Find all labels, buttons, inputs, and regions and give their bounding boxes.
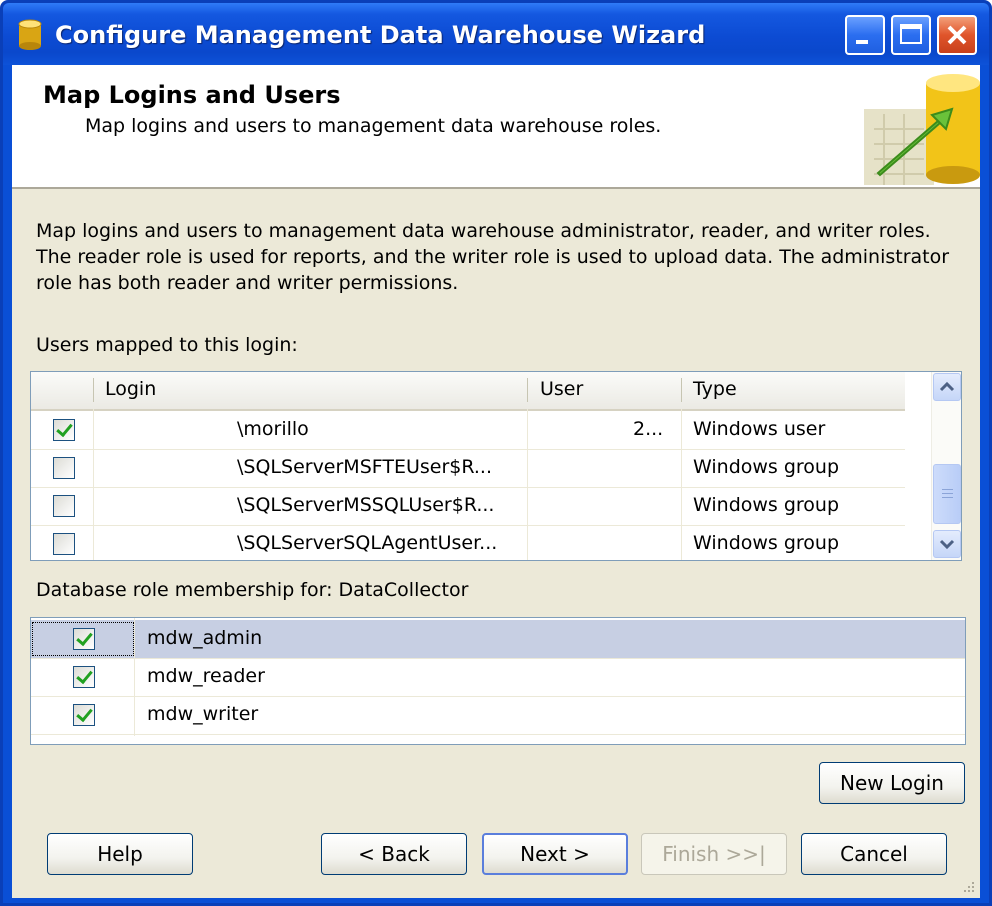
role-row[interactable]: mdw_reader: [31, 658, 965, 697]
help-button[interactable]: Help: [47, 833, 193, 875]
page-description: Map logins and users to management data …: [36, 220, 950, 294]
maximize-icon: [900, 24, 922, 44]
close-button[interactable]: [937, 15, 977, 55]
column-header-type[interactable]: Type: [693, 378, 737, 400]
scroll-thumb[interactable]: [933, 464, 961, 524]
role-checkbox[interactable]: [73, 666, 95, 688]
role-name: mdw_writer: [147, 703, 259, 725]
user-type: Windows user: [693, 418, 826, 440]
user-map-checkbox[interactable]: [53, 457, 75, 479]
column-separator: [527, 378, 528, 402]
scroll-down-button[interactable]: [933, 530, 961, 558]
database-arrow-graphic: [864, 74, 980, 185]
back-button[interactable]: < Back: [321, 833, 467, 875]
user-login: \SQLServerMSSQLUser$R...: [237, 494, 495, 516]
wizard-window: Configure Management Data Warehouse Wiza…: [0, 0, 992, 906]
grid-line: [134, 618, 135, 736]
column-header-user[interactable]: User: [540, 378, 583, 400]
minimize-icon: [856, 40, 868, 44]
dialog-client-area: Map Logins and Users Map logins and user…: [12, 65, 980, 898]
wizard-banner: Map Logins and Users Map logins and user…: [12, 65, 980, 189]
resize-grip-icon[interactable]: [960, 878, 976, 894]
maximize-button[interactable]: [891, 15, 931, 55]
user-row[interactable]: \SQLServerMSSQLUser$R... Windows group: [31, 487, 905, 526]
new-login-button[interactable]: New Login: [819, 762, 965, 804]
role-name: mdw_reader: [147, 665, 265, 687]
column-header-login[interactable]: Login: [105, 378, 156, 400]
cancel-button[interactable]: Cancel: [801, 833, 947, 875]
chevron-up-icon: [939, 381, 955, 392]
window-title: Configure Management Data Warehouse Wiza…: [55, 21, 706, 49]
user-login: \SQLServerSQLAgentUser...: [237, 532, 498, 554]
grip-line: [942, 489, 953, 490]
page-subtitle: Map logins and users to management data …: [85, 115, 662, 137]
user-row[interactable]: \morillo 2... Windows user: [31, 411, 905, 450]
users-grid-scrollbar[interactable]: [931, 372, 961, 560]
roles-grid[interactable]: mdw_admin mdw_reader mdw_writer: [30, 617, 966, 745]
user-name: 2...: [633, 418, 664, 440]
role-checkbox[interactable]: [73, 628, 95, 650]
chevron-down-icon: [939, 539, 955, 550]
user-type: Windows group: [693, 494, 840, 516]
database-cylinder-icon: [18, 19, 42, 50]
scroll-up-button[interactable]: [933, 373, 961, 401]
column-separator: [93, 378, 94, 402]
close-icon: [947, 25, 967, 45]
role-name: mdw_admin: [147, 627, 263, 649]
role-membership-label: Database role membership for: DataCollec…: [36, 579, 469, 601]
user-map-checkbox[interactable]: [53, 419, 75, 441]
user-type: Windows group: [693, 532, 840, 554]
user-row[interactable]: \SQLServerMSFTEUser$R... Windows group: [31, 449, 905, 488]
users-grid[interactable]: Login User Type \morillo 2... Windows us…: [30, 371, 962, 561]
role-checkbox[interactable]: [73, 704, 95, 726]
grip-line: [942, 493, 953, 494]
user-login: \SQLServerMSFTEUser$R...: [237, 456, 493, 478]
user-login: \morillo: [237, 418, 309, 440]
user-map-checkbox[interactable]: [53, 495, 75, 517]
next-button[interactable]: Next >: [482, 833, 628, 875]
minimize-button[interactable]: [845, 15, 885, 55]
page-title: Map Logins and Users: [43, 81, 341, 109]
user-type: Windows group: [693, 456, 840, 478]
role-row[interactable]: mdw_writer: [31, 696, 965, 735]
user-map-checkbox[interactable]: [53, 533, 75, 555]
role-row[interactable]: mdw_admin: [31, 620, 965, 659]
grip-line: [942, 497, 953, 498]
user-row[interactable]: \SQLServerSQLAgentUser... Windows group: [31, 525, 905, 560]
column-separator: [681, 378, 682, 402]
finish-button[interactable]: Finish >>|: [641, 833, 787, 875]
title-bar[interactable]: Configure Management Data Warehouse Wiza…: [3, 3, 989, 65]
users-grid-header: Login User Type: [31, 372, 905, 411]
users-mapped-label: Users mapped to this login:: [36, 334, 298, 356]
